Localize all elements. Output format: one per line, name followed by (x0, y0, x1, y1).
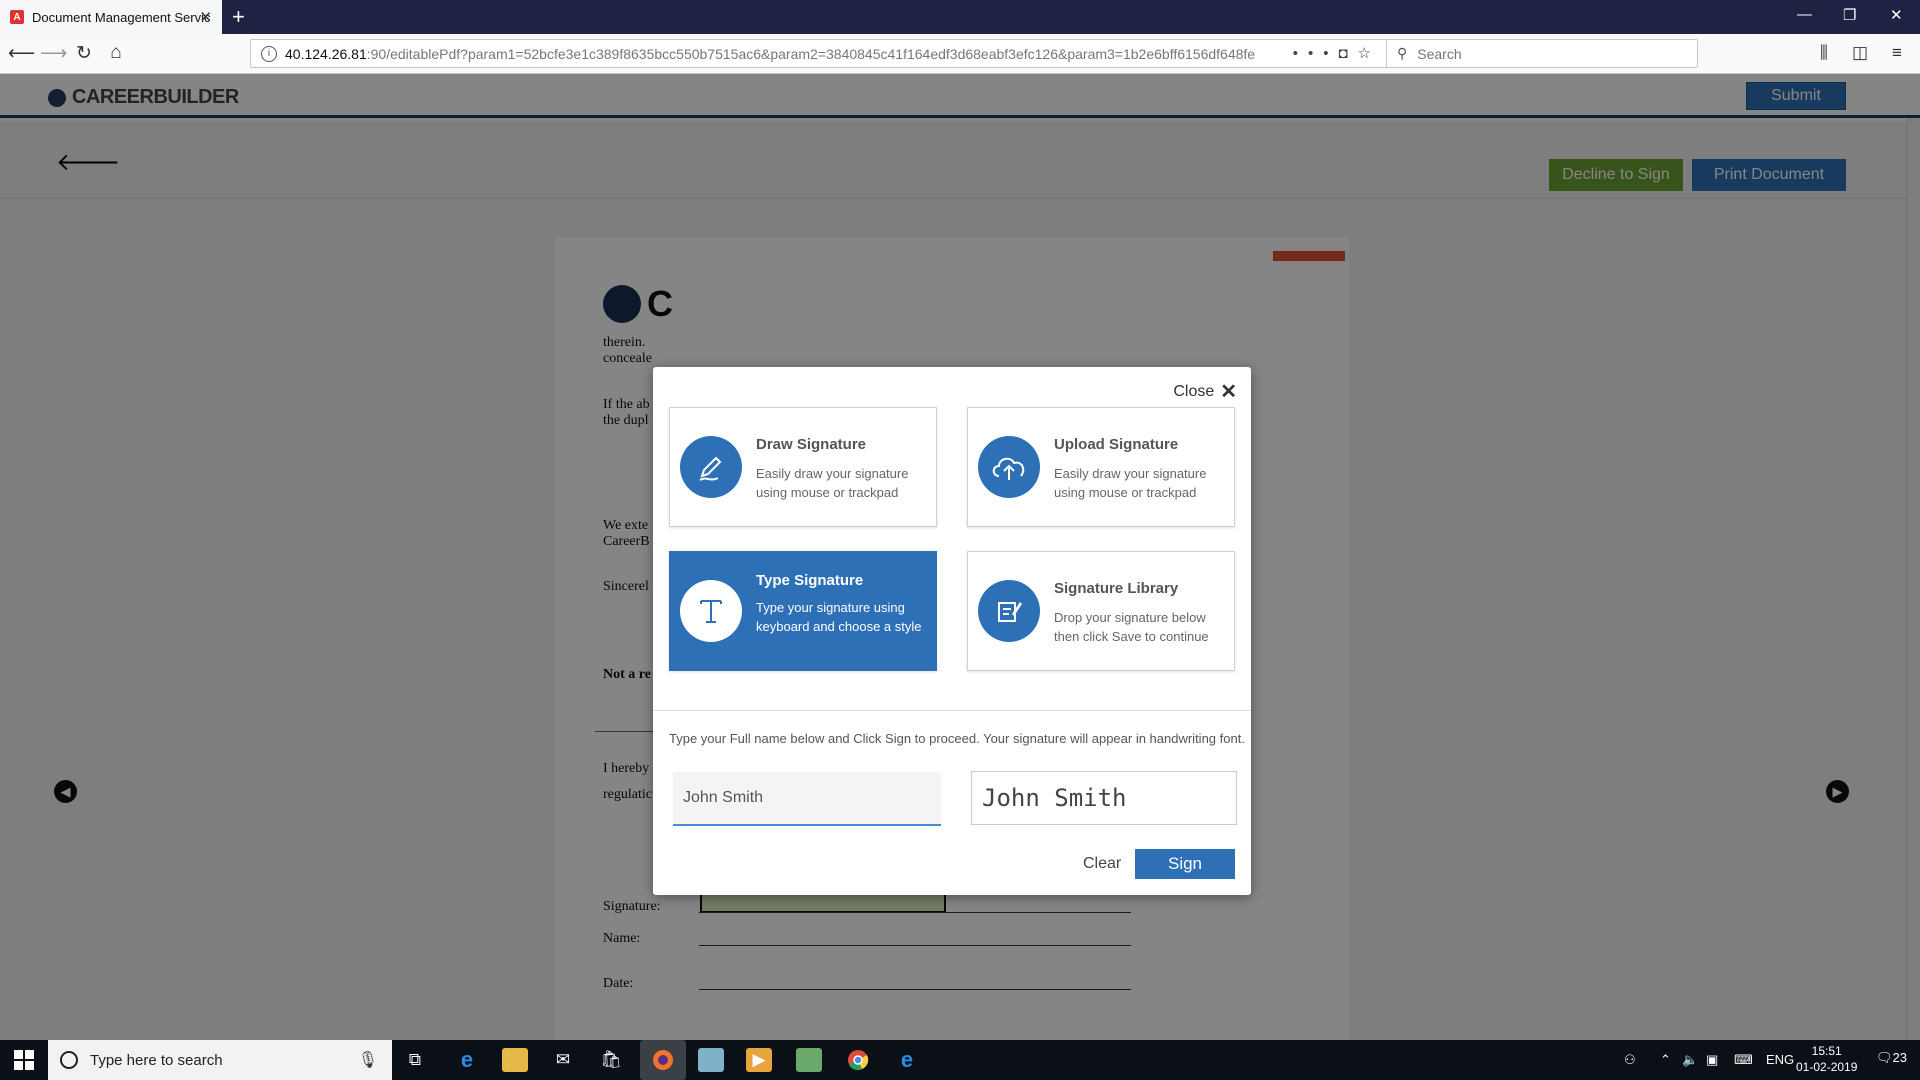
upload-signature-option[interactable]: Upload Signature Easily draw your signat… (967, 407, 1235, 527)
signature-library-option[interactable]: Signature Library Drop your signature be… (967, 551, 1235, 671)
web-page: CAREERBUILDER Submit 🡐 Decline to Sign P… (0, 74, 1920, 1040)
search-icon: ⚲ (1397, 45, 1408, 61)
url-path: :90/editablePdf?param1=52bcfe3e1c389f863… (366, 45, 1256, 62)
url-bar[interactable]: i 40.124.26.81 :90/editablePdf?param1=52… (250, 39, 1390, 68)
archive-icon[interactable] (796, 1048, 822, 1072)
taskbar-search-input[interactable]: Type here to search 🎙 (48, 1040, 392, 1080)
option-title: Upload Signature (1054, 436, 1179, 453)
clock-date: 01-02-2019 (1796, 1060, 1858, 1074)
type-signature-option[interactable]: Type Signature Type your signature using… (669, 551, 937, 671)
pen-icon (680, 436, 742, 498)
browser-titlebar: A Document Management Servic ✕ + — ❐ ✕ (0, 0, 1920, 34)
task-view-icon[interactable]: ⧉ (402, 1048, 428, 1072)
browser-tab[interactable]: A Document Management Servic ✕ (0, 0, 222, 34)
window-close-icon[interactable]: ✕ (1890, 6, 1903, 24)
close-label: Close (1173, 382, 1215, 400)
browser-navbar: ⟵ ⟶ ↻ ⌂ i 40.124.26.81 :90/editablePdf?p… (0, 34, 1920, 74)
tray-chevron-icon[interactable]: ⌃ (1660, 1052, 1671, 1068)
people-icon[interactable]: ⚇ (1624, 1052, 1636, 1068)
close-icon: ✕ (1220, 381, 1237, 403)
clock-time: 15:51 (1811, 1044, 1842, 1058)
language-indicator[interactable]: ENG (1766, 1052, 1794, 1067)
library-icon[interactable]: ⫼ (1820, 43, 1828, 63)
notification-center-icon[interactable]: 🗨23 (1876, 1050, 1907, 1066)
url-host: 40.124.26.81 (285, 45, 367, 62)
option-title: Draw Signature (756, 436, 867, 453)
chrome-icon[interactable] (845, 1048, 871, 1072)
library-edit-icon (978, 580, 1040, 642)
network-icon[interactable]: ▣ (1706, 1052, 1718, 1068)
file-explorer-icon[interactable] (502, 1048, 528, 1072)
option-desc: Easily draw your signature using mouse o… (756, 466, 909, 500)
volume-icon[interactable]: 🔈 (1682, 1052, 1698, 1068)
option-desc: Drop your signature below then click Sav… (1054, 610, 1209, 644)
forward-icon[interactable]: ⟶ (40, 42, 67, 65)
option-title: Signature Library (1054, 580, 1179, 597)
option-desc: Type your signature using keyboard and c… (756, 600, 922, 634)
signature-modal: Close ✕ Draw Signature Easily draw your … (653, 367, 1251, 895)
modal-divider (653, 710, 1251, 711)
browser-search-input[interactable]: ⚲ Search (1386, 39, 1698, 68)
restore-icon[interactable]: ❐ (1843, 6, 1856, 24)
menu-icon[interactable]: ≡ (1892, 43, 1902, 63)
angular-favicon-icon: A (10, 10, 24, 24)
cortana-icon (60, 1051, 78, 1069)
mail-icon[interactable]: ✉ (550, 1048, 576, 1072)
page-actions-icon[interactable]: ••• (1293, 45, 1339, 62)
windows-taskbar: Type here to search 🎙 ⧉ e ✉ 🛍 ▶ e ⚇ ⌃ 🔈 … (0, 1040, 1920, 1080)
option-title: Type Signature (756, 572, 864, 589)
modal-close-button[interactable]: Close ✕ (1173, 379, 1237, 404)
store-icon[interactable]: 🛍 (598, 1048, 624, 1072)
tab-close-icon[interactable]: ✕ (199, 8, 212, 26)
new-tab-button[interactable]: + (232, 4, 245, 30)
notepad-icon[interactable] (698, 1048, 724, 1072)
reload-icon[interactable]: ↻ (72, 42, 96, 65)
back-icon[interactable]: ⟵ (8, 42, 35, 65)
cloud-upload-icon (978, 436, 1040, 498)
windows-start-icon[interactable] (14, 1050, 34, 1070)
media-player-icon[interactable]: ▶ (746, 1048, 772, 1072)
full-name-input[interactable] (673, 772, 941, 826)
taskbar-search-placeholder: Type here to search (90, 1051, 223, 1069)
bookmark-star-icon[interactable]: ☆ (1358, 45, 1381, 62)
internet-explorer-icon[interactable]: e (894, 1047, 920, 1072)
clear-button[interactable]: Clear (1083, 855, 1121, 873)
minimize-icon[interactable]: — (1797, 6, 1812, 23)
edge-icon[interactable]: e (454, 1047, 480, 1072)
notification-count: 23 (1892, 1050, 1907, 1065)
tab-title: Document Management Servic (32, 9, 211, 25)
pocket-icon[interactable]: ◘ (1338, 45, 1357, 62)
url-actions[interactable]: •••◘☆ (1293, 44, 1381, 62)
text-t-icon (680, 580, 742, 642)
keyboard-icon[interactable]: ⌨ (1734, 1052, 1753, 1068)
microphone-icon[interactable]: 🎙 (358, 1050, 378, 1070)
draw-signature-option[interactable]: Draw Signature Easily draw your signatur… (669, 407, 937, 527)
search-placeholder: Search (1417, 45, 1462, 62)
taskbar-clock[interactable]: 15:51 01-02-2019 (1796, 1043, 1857, 1075)
option-desc: Easily draw your signature using mouse o… (1054, 466, 1207, 500)
sidebar-icon[interactable]: ◫ (1852, 43, 1868, 63)
site-info-icon[interactable]: i (261, 45, 277, 62)
signature-instructions: Type your Full name below and Click Sign… (669, 731, 1245, 746)
sign-button[interactable]: Sign (1135, 849, 1235, 879)
home-icon[interactable]: ⌂ (104, 42, 128, 64)
firefox-icon[interactable] (640, 1040, 686, 1080)
signature-preview: John Smith (971, 771, 1237, 825)
